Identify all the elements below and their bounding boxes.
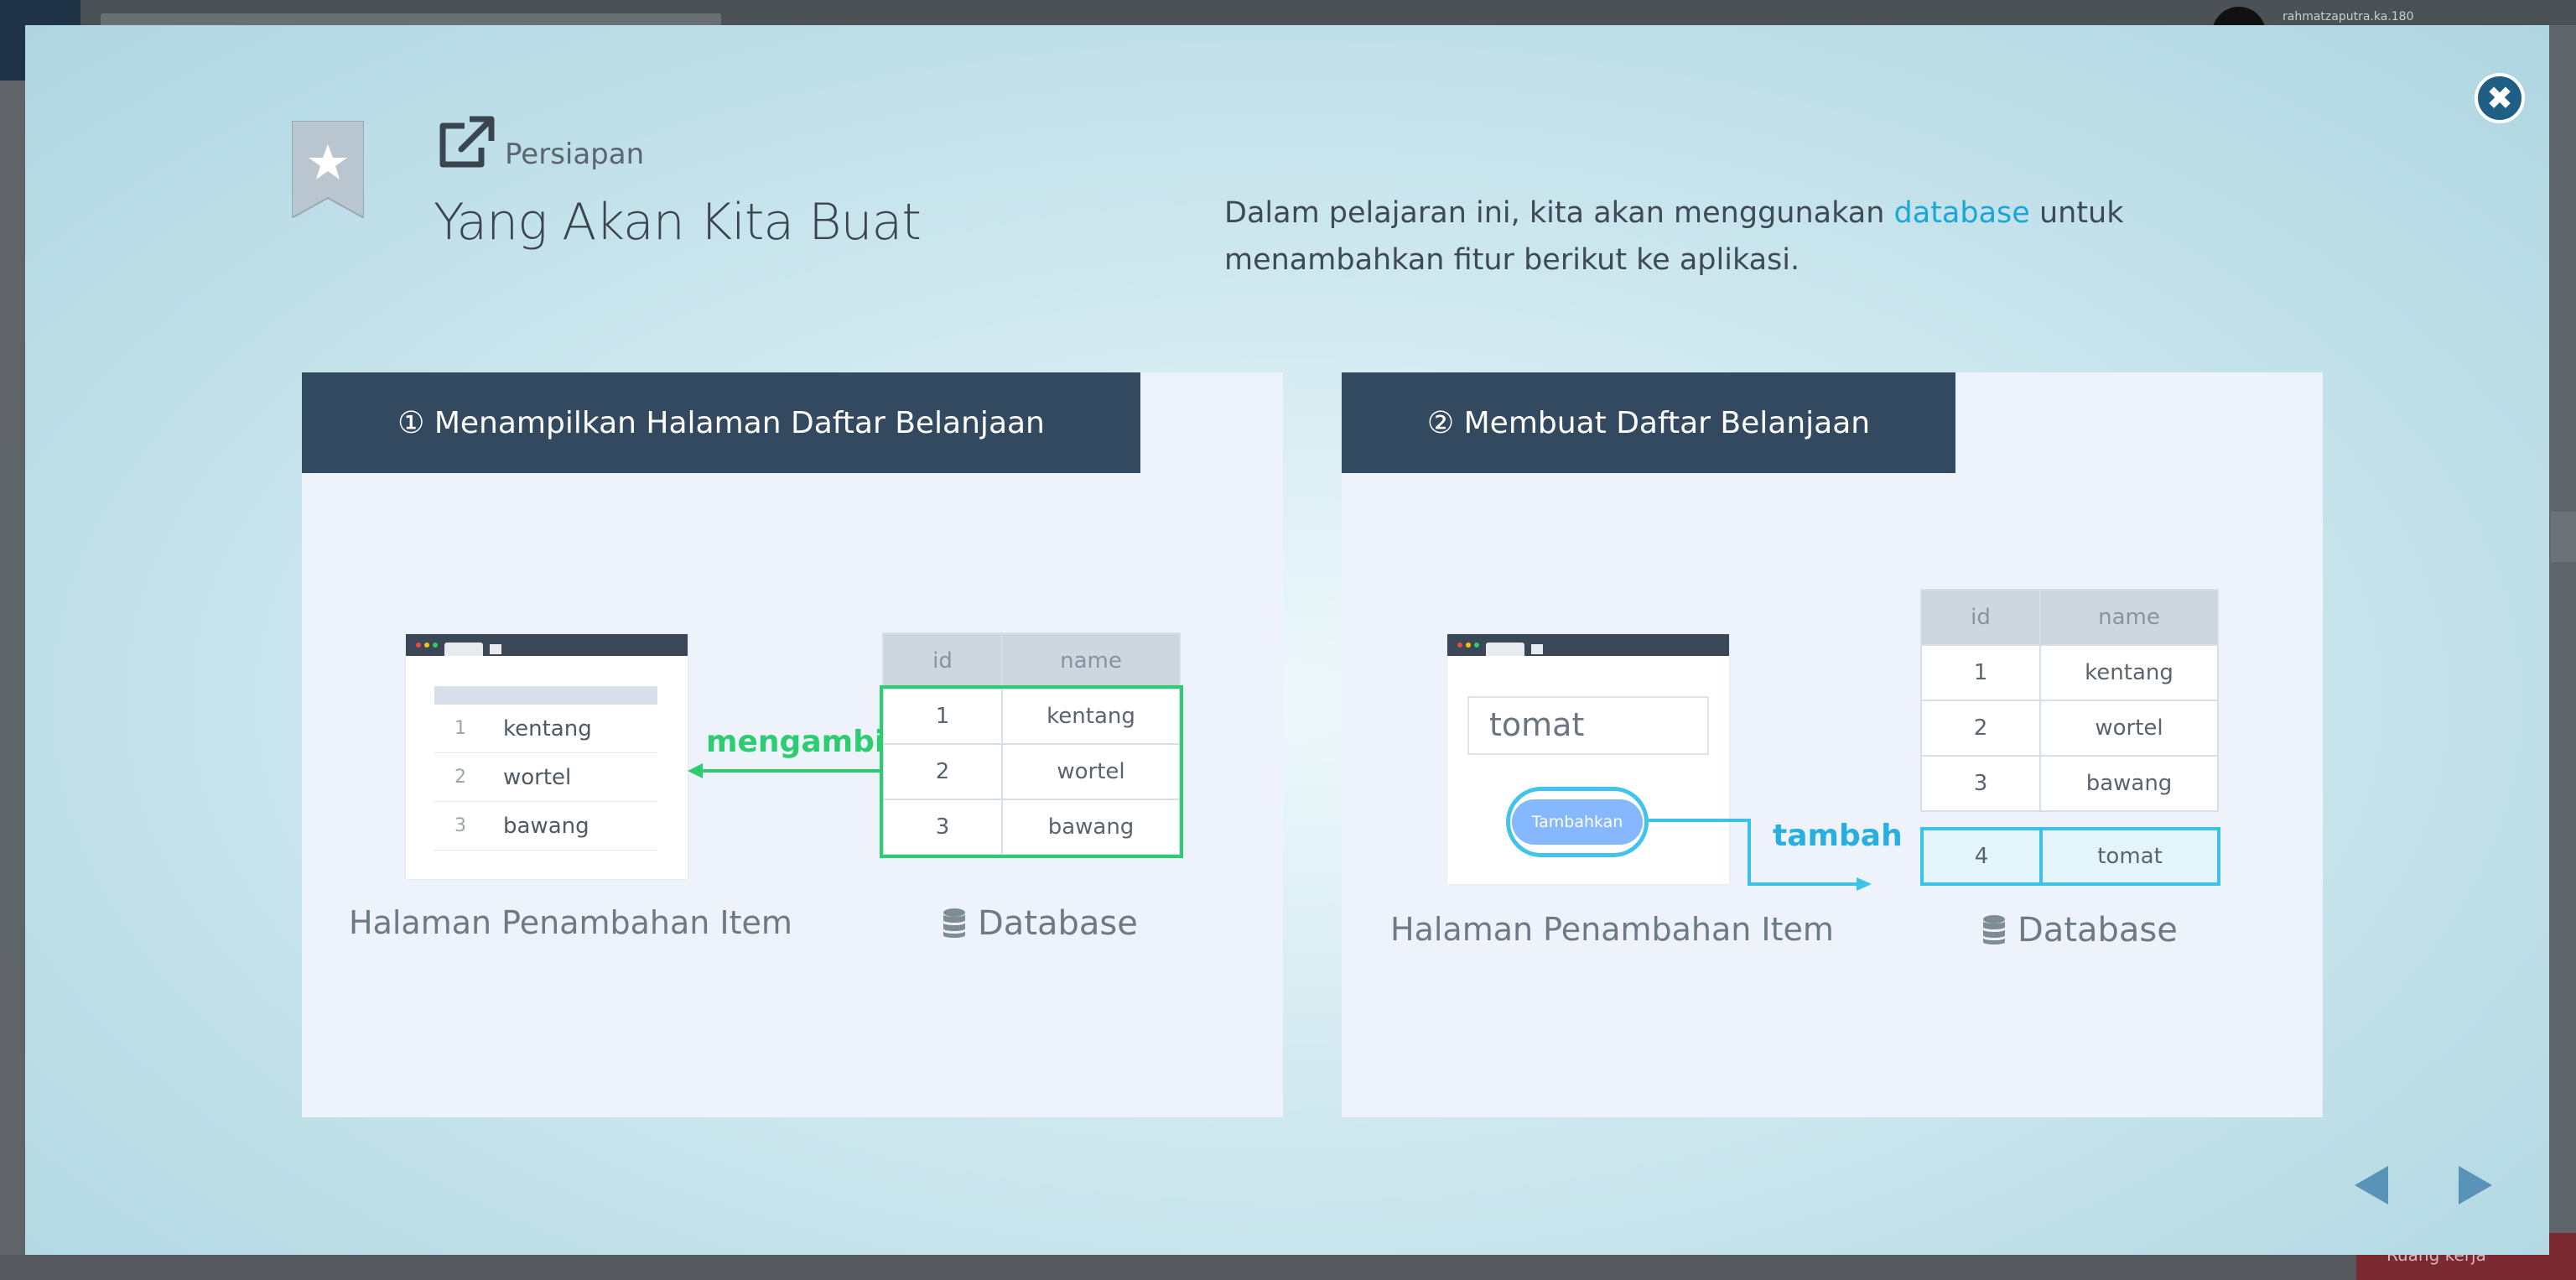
- panel-heading: ① Menampilkan Halaman Daftar Belanjaan: [302, 372, 1140, 473]
- table-cell-name: bawang: [2039, 755, 2219, 812]
- window-dot: [416, 643, 421, 648]
- table-cell-name: kentang: [1001, 688, 1181, 745]
- database-table: id name 1 kentang 2 wortel 3 bawang: [880, 632, 1183, 858]
- table-cell-name: wortel: [1001, 743, 1181, 800]
- feature-panel-list: ① Menampilkan Halaman Daftar Belanjaan 1…: [302, 372, 1283, 1117]
- table-cell-id: 3: [882, 799, 1003, 856]
- mini-browser-window: 1 kentang 2 wortel 3 bawang: [406, 634, 688, 879]
- table-cell-id: 4: [1920, 827, 2043, 886]
- browser-tab: [490, 644, 501, 654]
- browser-tab: [1531, 644, 1543, 654]
- table-row: 3 bawang: [882, 799, 1181, 856]
- table-cell-id: 2: [882, 743, 1003, 800]
- database-caption-label: Database: [978, 904, 1138, 943]
- table-header: name: [1001, 632, 1181, 689]
- bookmark-star-icon[interactable]: [292, 121, 364, 218]
- list-item-number: 2: [454, 767, 466, 788]
- page-caption: Halaman Penambahan Item: [349, 904, 792, 941]
- table-cell-name: bawang: [1001, 799, 1181, 856]
- item-name-input[interactable]: tomat: [1467, 696, 1709, 755]
- section-kicker: Persiapan: [505, 138, 645, 171]
- table-cell-name: kentang: [2039, 644, 2219, 701]
- database-caption: Database: [1982, 911, 2178, 950]
- window-dot: [1457, 643, 1462, 648]
- window-dot: [1474, 643, 1479, 648]
- list-item-name: kentang: [503, 715, 592, 741]
- table-cell-id: 3: [1920, 755, 2041, 812]
- database-icon: [1983, 915, 2005, 944]
- browser-toolbar: [406, 634, 688, 656]
- window-dot: [424, 643, 429, 648]
- lesson-slide-modal: ✖ Persiapan Yang Akan Kita Buat Dalam pe…: [25, 25, 2549, 1255]
- browser-toolbar: [1447, 634, 1729, 656]
- table-cell-name: tomat: [2039, 827, 2220, 886]
- table-row: 1 kentang: [1920, 644, 2219, 701]
- table-row-new: 4 tomat: [1920, 827, 2220, 886]
- list-item: 1 kentang: [434, 705, 657, 753]
- background-username: rahmatzaputra.ka.180: [2283, 10, 2414, 23]
- table-cell-id: 1: [882, 688, 1003, 745]
- table-header: name: [2039, 589, 2219, 646]
- database-icon: [943, 908, 965, 938]
- list-item: 3 bawang: [434, 802, 657, 851]
- background-scrollbar: [2551, 512, 2576, 562]
- database-table: id name 1 kentang 2 wortel 3 bawang: [1920, 589, 2219, 812]
- next-slide-button[interactable]: [2454, 1164, 2496, 1206]
- table-row: 2 wortel: [882, 743, 1181, 800]
- intro-text-before: Dalam pelajaran ini, kita akan menggunak…: [1224, 196, 1894, 230]
- browser-tab: [1486, 643, 1524, 656]
- list-item-number: 1: [454, 718, 466, 739]
- table-cell-id: 2: [1920, 700, 2041, 757]
- browser-tab: [444, 643, 483, 656]
- page-caption: Halaman Penambahan Item: [1390, 911, 1834, 948]
- fetch-arrow-label: mengambil: [706, 725, 896, 759]
- shopping-list: 1 kentang 2 wortel 3 bawang: [434, 686, 657, 851]
- window-dot: [1466, 643, 1471, 648]
- feature-panel-create: ② Membuat Daftar Belanjaan tomat Tambahk…: [1342, 372, 2323, 1117]
- add-arrow-label: tambah: [1773, 819, 1903, 853]
- panel-heading: ② Membuat Daftar Belanjaan: [1342, 372, 1955, 473]
- fetch-arrow: [688, 763, 882, 778]
- list-header: [434, 686, 657, 705]
- list-item: 2 wortel: [434, 753, 657, 802]
- intro-text: Dalam pelajaran ini, kita akan menggunak…: [1224, 190, 2163, 284]
- table-header: id: [1920, 589, 2041, 646]
- previous-slide-button[interactable]: [2351, 1164, 2393, 1206]
- database-caption: Database: [943, 904, 1138, 943]
- list-item-name: bawang: [503, 813, 589, 839]
- list-item-number: 3: [454, 815, 466, 836]
- table-cell-id: 1: [1920, 644, 2041, 701]
- table-row: 2 wortel: [1920, 700, 2219, 757]
- add-item-button[interactable]: Tambahkan: [1506, 787, 1649, 857]
- table-cell-name: wortel: [2039, 700, 2219, 757]
- database-new-row-table: 4 tomat: [1920, 827, 2220, 886]
- list-item-name: wortel: [503, 764, 572, 790]
- window-dot: [433, 643, 438, 648]
- background-bottom-bar: [0, 1255, 2356, 1280]
- table-row: 3 bawang: [1920, 755, 2219, 812]
- intro-text-highlight: database: [1893, 196, 2030, 230]
- table-header: id: [882, 632, 1003, 689]
- close-icon: ✖: [2486, 80, 2513, 117]
- database-caption-label: Database: [2018, 911, 2178, 950]
- close-button[interactable]: ✖: [2475, 73, 2525, 123]
- add-item-button-label: Tambahkan: [1511, 799, 1644, 845]
- page-title: Yang Akan Kita Buat: [434, 193, 922, 252]
- table-row: 1 kentang: [882, 688, 1181, 745]
- external-link-icon: [439, 116, 495, 168]
